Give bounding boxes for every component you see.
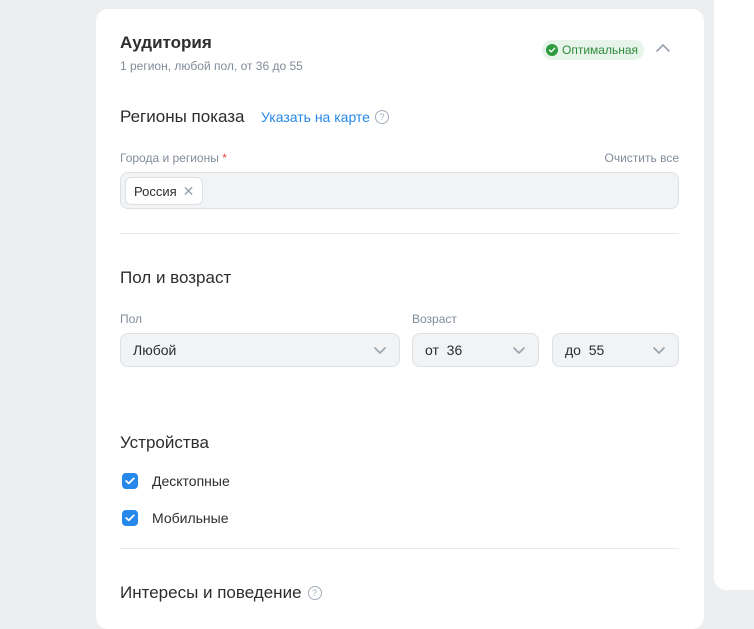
mobile-checkbox[interactable] [122,510,138,526]
chevron-down-icon [374,347,386,354]
age-from-value: от 36 [425,342,463,358]
gender-label: Пол [120,312,143,326]
status-badge: Оптимальная [542,40,645,60]
age-from-select[interactable]: от 36 [412,333,539,367]
check-circle-icon [546,44,558,56]
checkmark-icon [125,514,135,522]
help-icon[interactable]: ? [374,110,389,124]
mobile-checkbox-row[interactable]: Мобильные [122,510,229,526]
gender-select[interactable]: Любой [120,333,400,367]
desktop-checkbox-label: Десктопные [152,473,230,489]
mobile-checkbox-label: Мобильные [152,510,229,526]
interests-heading: Интересы и поведение [120,583,302,602]
required-mark: * [222,151,227,165]
status-badge-label: Оптимальная [562,43,639,57]
help-icon[interactable]: ? [307,586,322,600]
section-summary: 1 регион, любой пол, от 36 до 55 [120,59,303,73]
collapse-chevron-up-icon[interactable] [654,41,672,55]
divider [120,233,679,234]
section-title: Аудитория [120,33,212,52]
cities-field-label-text: Города и регионы [120,151,219,165]
map-link[interactable]: Указать на карте [261,109,370,125]
checkmark-icon [125,477,135,485]
desktop-checkbox[interactable] [122,473,138,489]
chevron-down-icon [653,347,665,354]
remove-token-icon[interactable]: ✕ [183,184,195,198]
side-panel [714,0,754,590]
divider [120,548,679,549]
gender-age-heading: Пол и возраст [120,268,232,287]
age-to-select[interactable]: до 55 [552,333,679,367]
region-token-label: Россия [134,183,177,199]
age-label: Возраст [412,312,457,326]
interests-heading-row: Интересы и поведение ? [120,583,322,603]
clear-all-link[interactable]: Очистить все [605,151,679,165]
desktop-checkbox-row[interactable]: Десктопные [122,473,230,489]
cities-field-label: Города и регионы * [120,151,227,165]
age-to-value: до 55 [565,342,605,358]
chevron-down-icon [513,347,525,354]
devices-heading: Устройства [120,433,209,452]
audience-card: Аудитория 1 регион, любой пол, от 36 до … [96,9,704,629]
gender-select-value: Любой [133,342,177,358]
regions-heading: Регионы показа [120,107,245,126]
region-token: Россия ✕ [125,177,204,205]
regions-token-input[interactable]: Россия ✕ [120,172,679,209]
